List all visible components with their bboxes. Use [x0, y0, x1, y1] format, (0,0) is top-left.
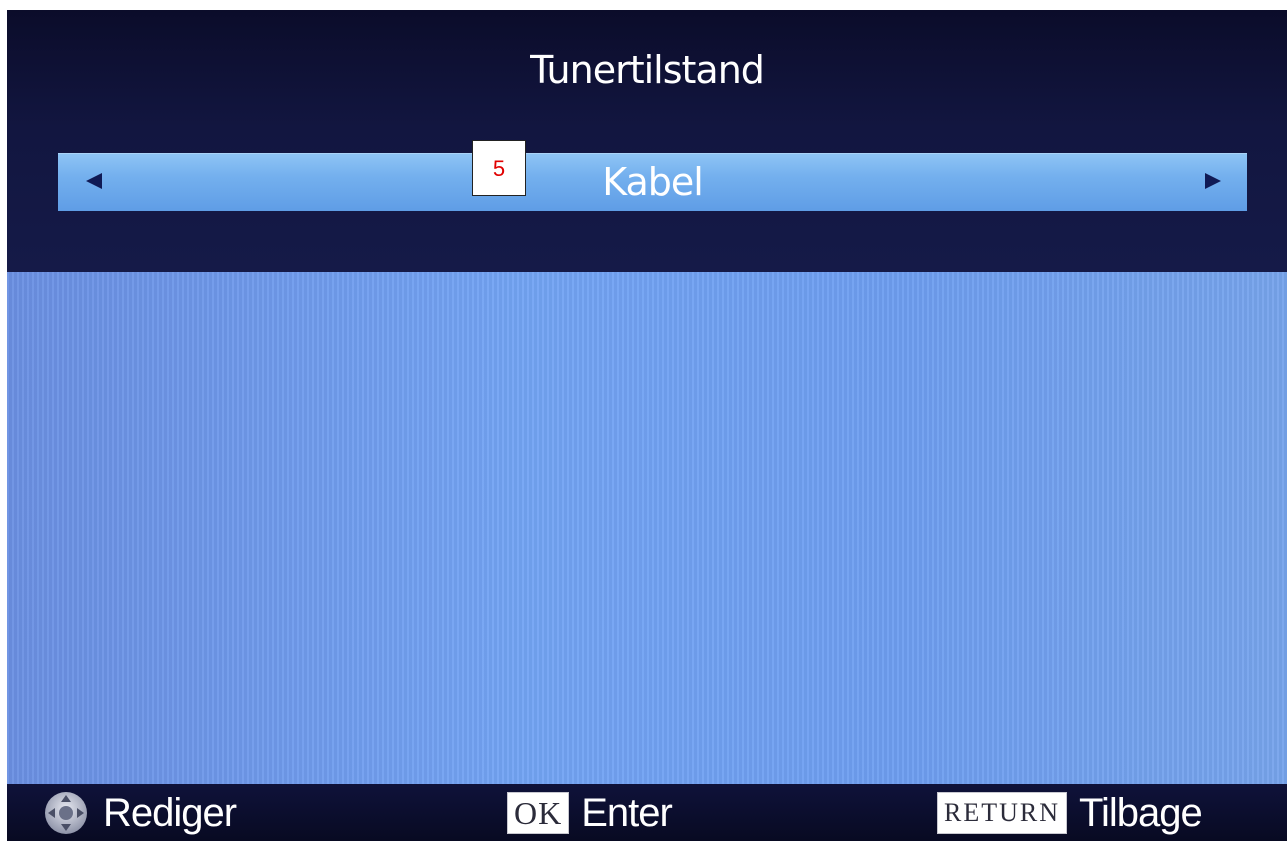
enter-hint-label: Enter — [581, 790, 673, 835]
menu-header: Tunertilstand Kabel — [7, 10, 1287, 272]
back-hint: RETURN Tilbage — [937, 790, 1203, 835]
enter-hint: OK Enter — [507, 790, 673, 835]
back-hint-label: Tilbage — [1079, 790, 1203, 835]
return-key: RETURN — [937, 792, 1067, 834]
dpad-icon — [45, 792, 87, 834]
ok-key: OK — [507, 792, 570, 834]
content-area — [7, 272, 1287, 784]
page-title: Tunertilstand — [530, 48, 765, 92]
right-arrow-icon[interactable] — [1205, 173, 1221, 189]
edit-hint-label: Rediger — [103, 790, 237, 835]
tuner-mode-value: Kabel — [602, 160, 704, 204]
annotation-marker: 5 — [472, 140, 526, 196]
tuner-mode-selector[interactable]: Kabel — [58, 153, 1247, 211]
footer-hint-bar: Rediger OK Enter RETURN Tilbage — [7, 784, 1287, 841]
tv-screen: Tunertilstand Kabel Rediger OK Enter RET… — [7, 10, 1287, 841]
edit-hint: Rediger — [43, 790, 237, 835]
